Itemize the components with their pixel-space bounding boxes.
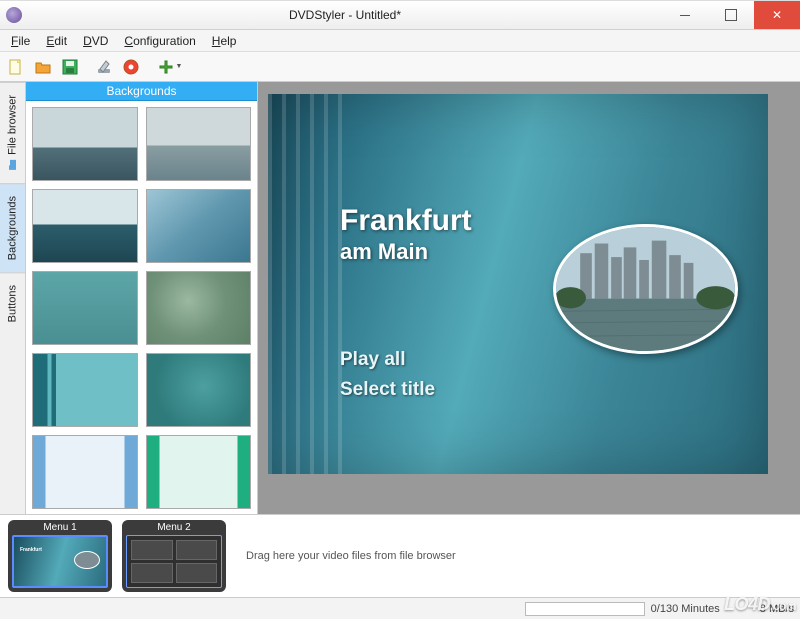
timeline-menu-card[interactable]: Menu 2	[122, 520, 226, 592]
menucard-label: Menu 2	[157, 522, 190, 533]
rate-label: 8 MB/s	[760, 603, 794, 615]
menu-edit[interactable]: Edit	[39, 32, 74, 50]
close-button[interactable]	[754, 1, 800, 29]
timeline-menu-card[interactable]: Menu 1 Frankfurt	[8, 520, 112, 592]
tab-label: File browser	[7, 95, 19, 155]
window-title: DVDStyler - Untitled*	[28, 8, 662, 22]
menubar: File Edit DVD Configuration Help	[0, 30, 800, 52]
menu-image-ellipse[interactable]	[553, 224, 738, 354]
city-photo	[556, 227, 735, 351]
tab-buttons[interactable]: Buttons	[0, 272, 25, 334]
menucard-thumb: Frankfurt	[12, 535, 108, 588]
app-icon	[6, 7, 22, 23]
menucard-label: Menu 1	[43, 522, 76, 533]
background-thumb[interactable]	[32, 189, 138, 263]
chevron-down-icon: ▼	[176, 63, 183, 70]
background-thumb[interactable]	[146, 353, 252, 427]
backgrounds-grid[interactable]	[26, 101, 257, 514]
backgrounds-panel: Backgrounds	[26, 82, 258, 514]
burn-button[interactable]	[119, 55, 143, 79]
minutes-label: 0/130 Minutes	[651, 603, 720, 615]
menu-title-sub[interactable]: am Main	[340, 239, 428, 265]
menu-play-all[interactable]: Play all	[340, 349, 406, 371]
background-thumb[interactable]	[146, 271, 252, 345]
background-thumb[interactable]	[146, 189, 252, 263]
settings-button[interactable]	[92, 55, 116, 79]
stripe-decor	[268, 94, 348, 474]
menu-title-main[interactable]: Frankfurt	[340, 204, 472, 238]
timeline-items: Menu 1 Frankfurt Menu 2	[8, 520, 226, 592]
timeline[interactable]: Menu 1 Frankfurt Menu 2 Drag here your vid…	[0, 514, 800, 597]
titlebar: DVDStyler - Untitled*	[0, 0, 800, 30]
drop-hint: Drag here your video files from file bro…	[246, 550, 456, 562]
folder-icon	[7, 159, 19, 171]
new-button[interactable]	[4, 55, 28, 79]
maximize-button[interactable]	[708, 1, 754, 29]
menu-help[interactable]: Help	[205, 32, 244, 50]
main-area: File browser Backgrounds Buttons Backgro…	[0, 82, 800, 514]
tab-label: Backgrounds	[7, 196, 19, 260]
background-thumb[interactable]	[32, 353, 138, 427]
menu-configuration[interactable]: Configuration	[117, 32, 202, 50]
tab-file-browser[interactable]: File browser	[0, 82, 25, 183]
background-thumb[interactable]	[32, 107, 138, 181]
background-thumb[interactable]	[32, 435, 138, 509]
tab-backgrounds[interactable]: Backgrounds	[0, 183, 25, 272]
open-button[interactable]	[31, 55, 55, 79]
add-button[interactable]: ▼	[153, 55, 187, 79]
preview-area: Frankfurt am Main Play all Select title	[258, 82, 800, 514]
background-thumb[interactable]	[146, 435, 252, 509]
menu-select-title[interactable]: Select title	[340, 379, 435, 401]
background-thumb[interactable]	[146, 107, 252, 181]
background-thumb[interactable]	[32, 271, 138, 345]
save-button[interactable]	[58, 55, 82, 79]
side-tabs: File browser Backgrounds Buttons	[0, 82, 26, 514]
disc-usage-bar	[525, 602, 645, 616]
menu-file[interactable]: File	[4, 32, 37, 50]
minimize-button[interactable]	[662, 1, 708, 29]
panel-header: Backgrounds	[26, 82, 257, 101]
menucard-thumb	[126, 535, 222, 588]
window-buttons	[662, 1, 800, 29]
menu-dvd[interactable]: DVD	[76, 32, 115, 50]
dvd-menu-preview[interactable]: Frankfurt am Main Play all Select title	[268, 94, 768, 474]
toolbar: ▼	[0, 52, 800, 82]
status-bar: 0/130 Minutes 8 MB/s	[0, 597, 800, 619]
tab-label: Buttons	[7, 285, 19, 322]
